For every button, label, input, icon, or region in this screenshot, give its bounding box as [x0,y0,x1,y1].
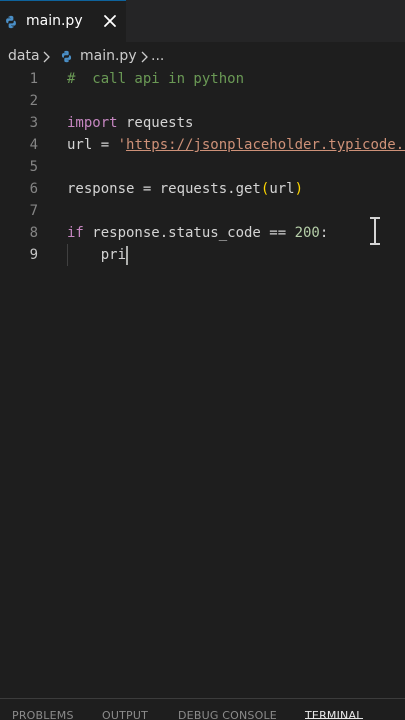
line-number: 9 [29,247,38,263]
text-caret [126,246,128,265]
active-tab-indicator [305,718,363,719]
line-number: 2 [29,93,38,109]
code-token: url [269,181,295,197]
tab-debug-console[interactable]: DEBUG CONSOLE [178,709,277,720]
code-line[interactable]: 7 [0,200,405,222]
code-line[interactable]: 3 import requests [0,112,405,134]
code-token: if [67,225,84,241]
code-editor-window: main.py data main.py ... 1 # call api in … [0,0,405,720]
tab-output[interactable]: OUTPUT [102,709,148,720]
code-line[interactable]: 1 # call api in python [0,68,405,90]
breadcrumb-folder[interactable]: data [8,48,40,64]
code-token: response.status_code == [83,225,295,241]
chevron-right-icon [141,51,148,63]
tab-main-py[interactable]: main.py [0,0,126,42]
tab-label: main.py [26,13,83,29]
line-number: 4 [29,137,38,153]
code-token: response = requests.get [67,181,261,197]
tab-divider [126,0,127,42]
code-text: url = 'https://jsonplaceholder.typicode.… [67,134,405,156]
code-token: ' [117,137,127,153]
code-line[interactable]: 9 pri [0,244,405,266]
close-icon[interactable] [100,11,120,31]
code-token: ) [294,181,304,197]
code-token: : [319,225,329,241]
line-number: 1 [29,71,38,87]
breadcrumb: data main.py ... [0,42,405,70]
code-token: 200 [294,225,320,241]
python-icon [6,15,16,29]
code-text: pri [67,244,126,266]
code-line[interactable]: 2 [0,90,405,112]
breadcrumb-more[interactable]: ... [151,48,164,64]
code-editor[interactable]: 1 # call api in python 2 3 import requests 4 u… [0,68,405,698]
code-text: # call api in python [67,68,244,90]
breadcrumb-file[interactable]: main.py [80,48,137,64]
panel-tab-bar: PROBLEMS OUTPUT DEBUG CONSOLE TERMINAL [0,698,405,720]
line-number: 5 [29,159,38,175]
code-text: if response.status_code == 200: [67,222,328,244]
code-token: pri [67,247,127,263]
code-token: # call api in python [67,71,245,87]
python-icon [61,50,72,63]
code-token: https://jsonplaceholder.typicode.com [126,137,405,153]
code-line[interactable]: 8 if response.status_code == 200: [0,222,405,244]
line-number: 8 [29,225,38,241]
code-line[interactable]: 6 response = requests.get(url) [0,178,405,200]
tab-problems[interactable]: PROBLEMS [12,709,74,720]
chevron-right-icon [43,51,50,63]
code-text: response = requests.get(url) [67,178,303,200]
code-line[interactable]: 5 [0,156,405,178]
editor-tab-bar: main.py [0,0,405,42]
line-number: 3 [29,115,38,131]
code-token: url = [67,137,118,153]
code-line[interactable]: 4 url = 'https://jsonplaceholder.typicode… [0,134,405,156]
text-cursor-icon [370,217,380,245]
code-token: requests [117,115,194,131]
line-number: 6 [29,181,38,197]
code-token: import [67,115,118,131]
line-number: 7 [29,203,38,219]
code-text: import requests [67,112,193,134]
